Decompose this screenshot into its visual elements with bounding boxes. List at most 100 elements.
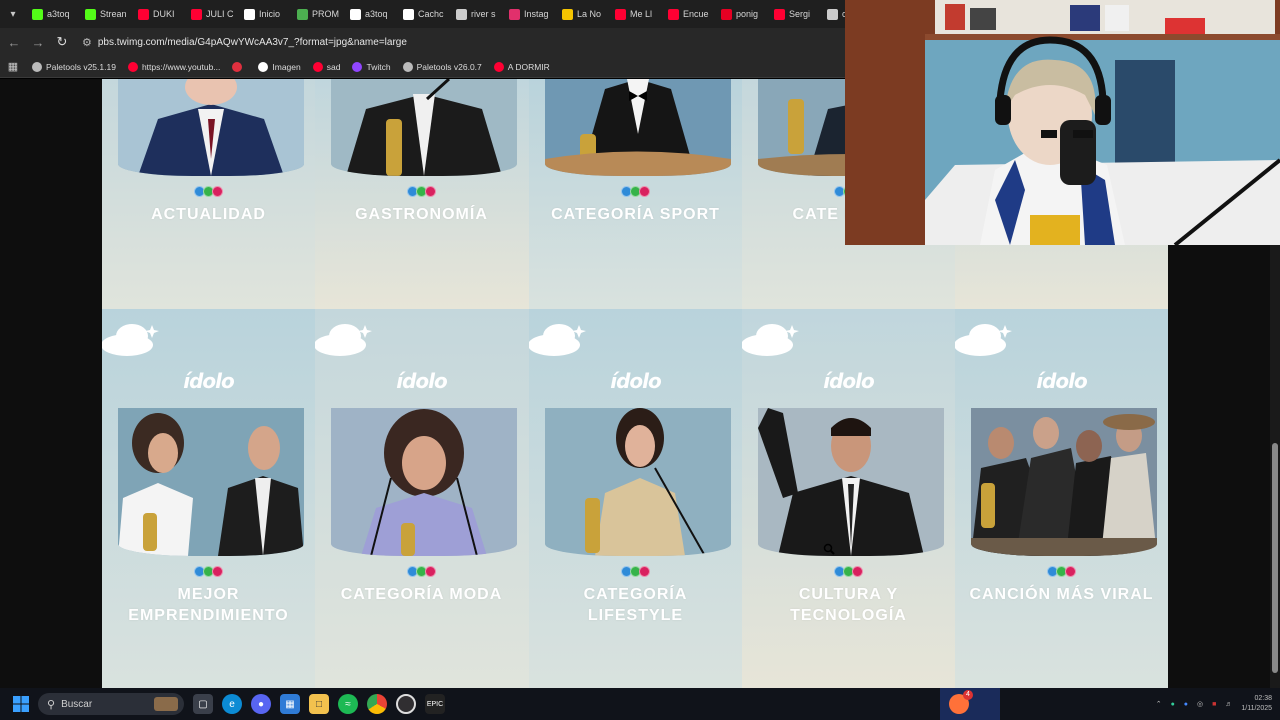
forward-icon[interactable]: → (26, 28, 50, 56)
tab-favicon-icon (350, 8, 361, 20)
browser-tab[interactable]: a3toq (26, 0, 79, 28)
taskbar-search[interactable]: ⚲ Buscar (38, 693, 184, 715)
browser-tab[interactable]: Me Ll (609, 0, 662, 28)
bookmark-favicon-icon (312, 61, 323, 72)
browser-tab[interactable]: ponig (715, 0, 768, 28)
category-title: CATEGORÍA LIFESTYLE (583, 586, 688, 624)
nominee-photo (545, 408, 731, 556)
task-view-icon[interactable]: ▢ (193, 694, 213, 714)
bookmark-label: Paletools v25.1.19 (46, 61, 116, 72)
bookmark-item[interactable]: sad (307, 61, 347, 72)
bluetooth-icon[interactable]: ● (1184, 701, 1188, 708)
tab-title: La No (577, 9, 602, 19)
site-info-icon[interactable]: ⚙ (82, 36, 92, 49)
tab-favicon-icon (509, 8, 520, 20)
nominee-photo (545, 79, 731, 176)
bookmark-item[interactable] (226, 61, 252, 72)
chrome-icon[interactable] (367, 694, 387, 714)
bookmark-item[interactable]: A DORMIR (488, 61, 556, 72)
bookmark-favicon-icon (127, 61, 138, 72)
bookmark-item[interactable]: Imagen (252, 61, 306, 72)
spotify-icon[interactable]: ≈ (338, 694, 358, 714)
scrollbar-thumb[interactable] (1272, 443, 1278, 673)
nominee-photo (331, 408, 517, 556)
tray-app-icon[interactable]: ● (1171, 701, 1175, 708)
bookmark-label: Imagen (272, 61, 301, 72)
browser-tab[interactable]: Sergi (768, 0, 821, 28)
tray-chevron-icon[interactable]: ⌃ (1156, 700, 1162, 708)
browser-tab[interactable]: Cachc (397, 0, 450, 28)
search-placeholder[interactable]: Buscar (61, 699, 92, 710)
browser-tab[interactable]: Inicio (238, 0, 291, 28)
apps-grid-icon[interactable]: ▦ (0, 60, 26, 73)
category-title: CULTURA Y TECNOLOGÍA (790, 586, 907, 624)
tab-title: a3toq (365, 9, 388, 19)
browser-tab[interactable]: Encue (662, 0, 715, 28)
browser-tab[interactable]: La No (556, 0, 609, 28)
file-explorer-icon[interactable]: □ (309, 694, 329, 714)
idolo-logo: ídolo (183, 369, 235, 393)
award-card-lifestyle: ídolo CATEGORÍA LIFESTYLE (529, 309, 742, 688)
nominee-photo (118, 79, 304, 176)
tab-title: Strean (100, 9, 127, 19)
tab-title: Sergi (789, 9, 811, 19)
category-title: CATEGORÍA SPORT (551, 206, 720, 223)
telefe-dots-logo (315, 186, 528, 197)
idolo-logo: ídolo (823, 369, 875, 393)
tab-search-icon[interactable]: ▾ (0, 0, 26, 28)
epic-games-icon[interactable]: EPIC (425, 694, 445, 714)
cloud-decoration (742, 324, 799, 356)
url-text[interactable]: pbs.twimg.com/media/G4pAQwYWcAA3v7_?form… (98, 37, 407, 48)
tab-favicon-icon (668, 8, 679, 20)
tab-title: Encue (683, 9, 709, 19)
award-card-emprendimiento: ídolo MEJOR EMPRENDIMIENTO (102, 309, 315, 688)
browser-tab[interactable]: DUKI (132, 0, 185, 28)
nominee-photo (758, 408, 944, 556)
browser-tab[interactable]: a3toq (344, 0, 397, 28)
browser-tab[interactable]: river s (450, 0, 503, 28)
cloud-decoration (955, 324, 1012, 356)
bookmark-item[interactable]: https://www.youtub... (122, 61, 226, 72)
browser-tab[interactable]: JULI C (185, 0, 238, 28)
tab-favicon-icon (774, 8, 785, 20)
bookmark-item[interactable]: Twitch (346, 61, 396, 72)
bookmark-item[interactable]: Paletools v26.0.7 (397, 61, 488, 72)
system-tray: ⌃ ● ● ◎ ■ ♬ 02:38 1/11/2025 (1156, 688, 1272, 720)
telefe-dots-logo (315, 566, 528, 577)
award-card-cancion: ídolo CANCIÓN MÁS VIRAL (955, 309, 1168, 688)
browser-tab[interactable]: Instag (503, 0, 556, 28)
award-card-cultura: ídolo CULTURA Y TECNOLOGÍA (742, 309, 955, 688)
back-icon[interactable]: ← (2, 28, 26, 56)
notification-badge: 4 (963, 690, 973, 700)
tab-title: Inicio (259, 9, 281, 19)
idolo-logo: ídolo (1036, 369, 1088, 393)
browser-tab[interactable]: PROM (291, 0, 344, 28)
calculator-icon[interactable]: ▦ (280, 694, 300, 714)
award-card-sport: CATEGORÍA SPORT (529, 79, 742, 308)
tab-favicon-icon (85, 8, 96, 20)
search-highlight-icon (154, 697, 178, 711)
tray-shield-icon[interactable]: ■ (1212, 701, 1216, 708)
obs-icon[interactable] (396, 694, 416, 714)
firefox-icon[interactable]: 4 (949, 690, 973, 714)
award-card-gastronomia: GASTRONOMÍA (315, 79, 528, 308)
browser-tab[interactable]: Strean (79, 0, 132, 28)
edge-icon[interactable]: e (222, 694, 242, 714)
bookmark-label: A DORMIR (507, 61, 550, 72)
system-clock[interactable]: 02:38 1/11/2025 (1241, 694, 1272, 714)
windows-taskbar: ⚲ Buscar ▢ e ● ▦ □ ≈ EPIC 4 ⌃ ● ● ◎ ■ ♬ … (0, 688, 1280, 720)
bookmark-label: https://www.youtub... (141, 61, 221, 72)
cloud-decoration (529, 324, 586, 356)
tab-title: PROM (312, 9, 339, 19)
telefe-dots-logo (102, 566, 315, 577)
windows-start-icon[interactable] (13, 696, 29, 712)
tab-title: Instag (524, 9, 549, 19)
bookmark-label: Twitch (366, 61, 391, 72)
tray-volume-icon[interactable]: ♬ (1225, 701, 1232, 708)
reload-icon[interactable]: ↻ (50, 28, 74, 56)
search-icon: ⚲ (47, 698, 56, 711)
nominee-photo (331, 79, 517, 176)
bookmark-item[interactable]: Paletools v25.1.19 (26, 61, 122, 72)
tray-network-icon[interactable]: ◎ (1197, 700, 1203, 708)
discord-icon[interactable]: ● (251, 694, 271, 714)
